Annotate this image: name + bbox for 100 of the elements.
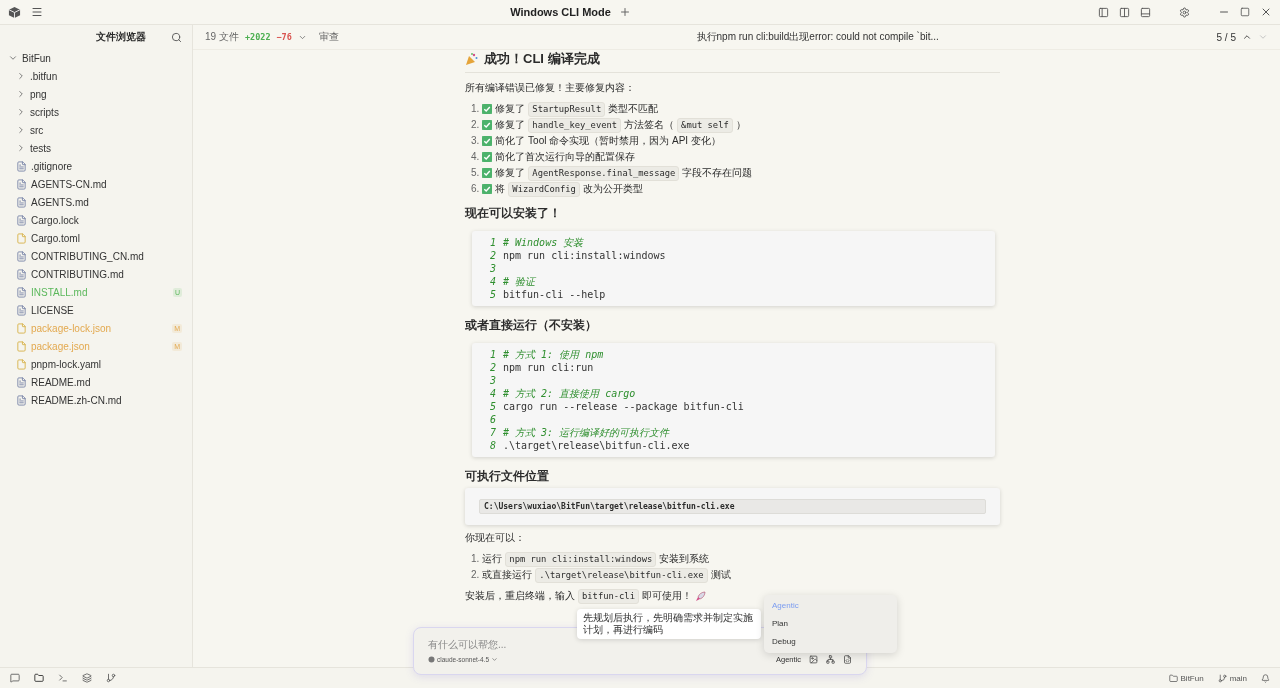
line-number: 4 <box>488 275 496 288</box>
document-icon <box>16 250 27 262</box>
tree-item[interactable]: CONTRIBUTING_CN.md <box>0 247 192 265</box>
folder-icon <box>1168 673 1178 683</box>
list-number: 5. <box>471 166 480 180</box>
tree-item[interactable]: README.md <box>0 373 192 391</box>
text: 简化了首次运行向导的配置保存 <box>495 150 636 164</box>
window-title: Windows CLI Mode <box>510 6 611 18</box>
line-number: 5 <box>488 288 496 301</box>
inline-code: handle_key_event <box>528 117 622 133</box>
inline-code: &mut self <box>677 117 733 133</box>
notification-icon[interactable] <box>1261 673 1270 683</box>
tree-item[interactable]: LICENSE <box>0 301 192 319</box>
maximize-icon[interactable] <box>1240 7 1250 17</box>
split-panel-icon[interactable] <box>1119 6 1130 18</box>
search-icon[interactable] <box>171 31 182 43</box>
file-name: package-lock.json <box>31 322 112 334</box>
file-name: scripts <box>30 106 59 118</box>
text: 即可使用！ <box>641 589 692 603</box>
document-icon <box>16 214 27 226</box>
document-icon <box>16 178 27 190</box>
line-number: 2 <box>488 249 496 262</box>
chat-icon[interactable] <box>10 673 20 683</box>
tree-item[interactable]: png <box>0 85 192 103</box>
text: 将 <box>495 182 506 196</box>
tree-item[interactable]: Cargo.lock <box>0 211 192 229</box>
document-icon <box>16 304 27 316</box>
tree-item[interactable]: Cargo.toml <box>0 229 192 247</box>
previous-icon[interactable] <box>1242 32 1252 42</box>
inline-code: .\target\release\bitfun-cli.exe <box>535 567 708 583</box>
document-icon <box>16 286 27 298</box>
bottom-panel-icon[interactable] <box>1140 6 1151 18</box>
branch-icon[interactable] <box>106 673 116 683</box>
heading: 成功！CLI 编译完成 <box>484 50 600 68</box>
line-number: 2 <box>488 361 496 374</box>
list-number: 6. <box>471 182 480 196</box>
file-name: AGENTS-CN.md <box>31 178 107 190</box>
lines-added: +2022 <box>244 32 271 42</box>
file-name: INSTALL.md <box>31 286 88 298</box>
layers-icon[interactable] <box>82 673 92 683</box>
line-number: 4 <box>488 387 496 400</box>
tree-item[interactable]: AGENTS-CN.md <box>0 175 192 193</box>
review-link[interactable]: 审查 <box>318 30 339 44</box>
text: 你现在可以： <box>465 531 525 545</box>
code-comment: # Windows 安装 <box>503 236 584 249</box>
chevron-down-icon <box>491 656 499 663</box>
code-line: .\target\release\bitfun-cli.exe <box>503 439 690 452</box>
heading: 现在可以安装了！ <box>465 206 562 221</box>
text: 字段不存在问题 <box>682 166 753 180</box>
file-icon <box>16 322 27 334</box>
file-name: LICENSE <box>31 304 74 316</box>
list-number: 3. <box>471 134 480 148</box>
tree-item[interactable]: pnpm-lock.yaml <box>0 355 192 373</box>
add-icon[interactable] <box>618 6 631 18</box>
file-name: AGENTS.md <box>31 196 89 208</box>
line-number: 6 <box>488 413 496 426</box>
document-icon <box>16 376 27 388</box>
file-name: pnpm-lock.yaml <box>31 358 102 370</box>
text: 所有编译错误已修复！主要修复内容： <box>465 81 635 95</box>
file-icon <box>16 358 27 370</box>
file-icon <box>16 340 27 352</box>
line-number: 1 <box>488 348 496 361</box>
text: 安装到系统 <box>659 552 710 566</box>
text: 类型不匹配 <box>608 102 659 116</box>
code-line: cargo run --release --package bitfun-cli <box>503 400 744 413</box>
code-line: npm run cli:install:windows <box>503 249 666 262</box>
file-name: src <box>30 124 44 136</box>
text: 方法签名（ <box>624 118 675 132</box>
image-icon[interactable] <box>809 655 818 664</box>
tree-item[interactable]: tests <box>0 139 192 157</box>
file-name: README.zh-CN.md <box>31 394 122 406</box>
tree-item[interactable]: .bitfun <box>0 67 192 85</box>
text: 测试 <box>710 568 731 582</box>
file-name: CONTRIBUTING_CN.md <box>31 250 144 262</box>
file-name: tests <box>30 142 52 154</box>
tree-item[interactable]: AGENTS.md <box>0 193 192 211</box>
code-comment: # 方式 2: 直接使用 cargo <box>503 387 636 400</box>
tree-item[interactable]: src <box>0 121 192 139</box>
nodes-icon[interactable] <box>826 655 835 664</box>
tree-item[interactable]: README.zh-CN.md <box>0 391 192 409</box>
file-path: C:\Users\wuxiao\BitFun\target\release\bitfun-cli.exe <box>479 499 986 514</box>
heading: 或者直接运行（不安装） <box>465 318 598 333</box>
text: 安装后，重启终端，输入 <box>465 589 575 603</box>
inline-code: AgentResponse.final_message <box>528 165 680 181</box>
tree-item[interactable]: BitFun <box>0 49 192 67</box>
line-number: 8 <box>488 439 496 452</box>
panel-title: 文件浏览器 <box>94 30 147 44</box>
cube-logo-icon <box>8 5 21 19</box>
tree-item[interactable]: scripts <box>0 103 192 121</box>
message-position: 5 / 5 <box>1216 31 1236 43</box>
settings-icon[interactable] <box>1179 6 1190 18</box>
branch-icon <box>1217 673 1227 683</box>
menu-icon[interactable] <box>31 6 43 18</box>
folder-icon[interactable] <box>34 673 44 683</box>
sidebar-panel-icon[interactable] <box>1098 6 1109 18</box>
tree-item[interactable]: CONTRIBUTING.md <box>0 265 192 283</box>
tree-item[interactable]: .gitignore <box>0 157 192 175</box>
text: 或直接运行 <box>482 568 533 582</box>
document-icon[interactable] <box>843 655 852 664</box>
close-icon[interactable] <box>1260 6 1272 18</box>
